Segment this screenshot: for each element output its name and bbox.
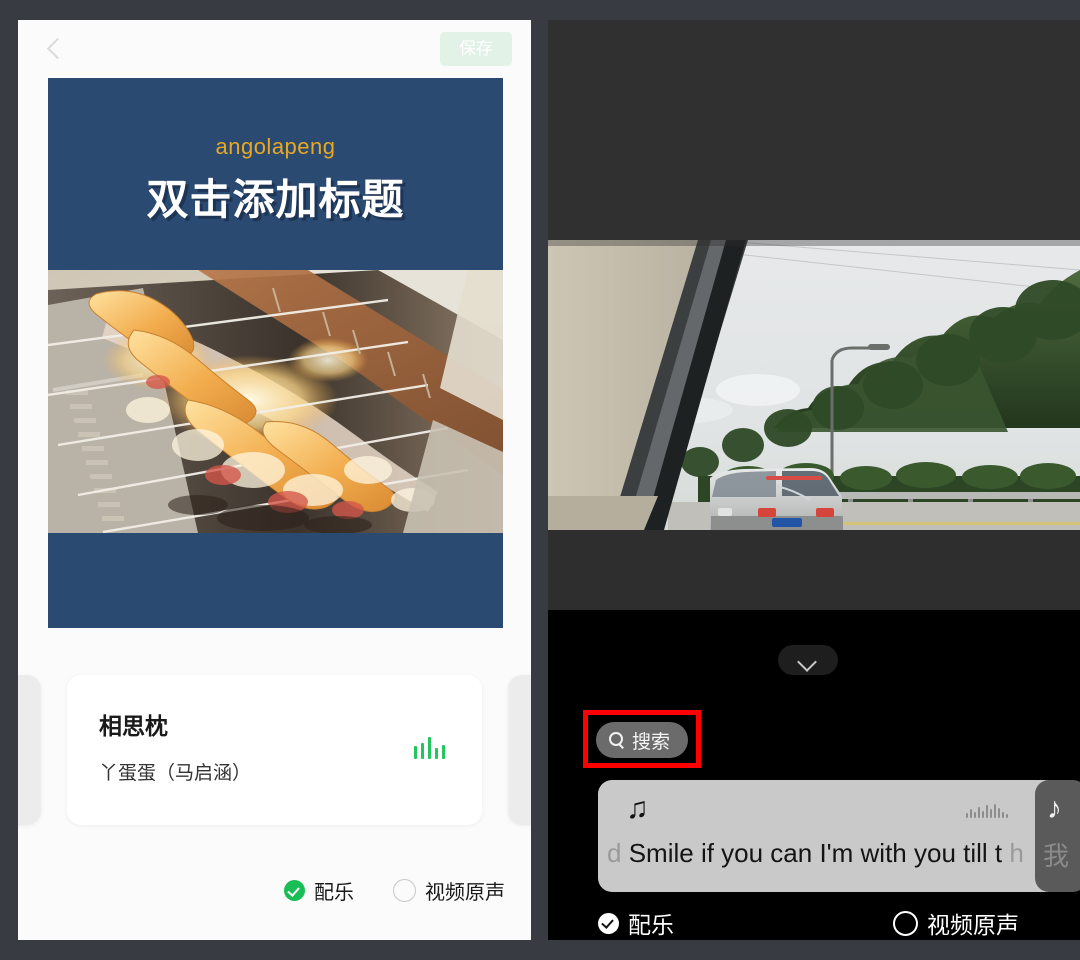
template-preview-card[interactable]: angolapeng 双击添加标题 (48, 78, 503, 628)
music-picker-sheet: 搜索 ♫ d Smile if you can I'm with you til… (548, 610, 1080, 940)
music-card-selected[interactable]: 相思枕 丫蛋蛋（马启涵） (67, 675, 482, 825)
audio-option-bgm[interactable]: 配乐 (284, 876, 354, 905)
music-card-artist: 丫蛋蛋（马启涵） (99, 763, 252, 784)
video-preview[interactable] (548, 240, 1080, 530)
right-mid-dark-area (548, 530, 1080, 610)
music-note-icon: ♪ (1047, 792, 1062, 825)
preview-title: 双击添加标题 (146, 176, 405, 223)
preview-photo (48, 270, 503, 533)
chevron-down-icon[interactable] (778, 645, 838, 675)
search-icon (609, 731, 626, 749)
audio-option-bgm-dark-label: 配乐 (628, 912, 674, 938)
lyric-main-text: Smile if you can I'm with you till t (628, 838, 1003, 868)
empty-circle-icon (893, 910, 918, 936)
music-card-previous[interactable] (18, 675, 41, 825)
empty-circle-icon (393, 879, 416, 902)
preview-subtitle: angolapeng (215, 134, 336, 159)
lyric-lead-fragment: d (607, 838, 622, 868)
light-music-carousel[interactable]: 相思枕 丫蛋蛋（马启涵） (18, 675, 531, 825)
car-window-illustration (548, 240, 1080, 530)
dark-audio-source-group: 配乐 视频原声 (548, 902, 1080, 940)
grill-photo-illustration (48, 270, 503, 533)
waveform-icon (966, 804, 1010, 818)
music-note-icon: ♫ (626, 792, 649, 825)
audio-option-bgm-label: 配乐 (314, 882, 354, 904)
music-card-song-title: 相思枕 (99, 713, 168, 739)
screen-root: 保存 angolapeng 双击添加标题 相思枕 丫蛋蛋（马启涵） 配乐 视频原… (0, 0, 1080, 960)
right-top-dark-area (548, 20, 1080, 240)
light-audio-source-group: 配乐 视频原声 (18, 868, 531, 916)
preview-header-band: angolapeng 双击添加标题 (48, 78, 503, 270)
dark-music-carousel[interactable]: ♫ d Smile if you can I'm with you till t… (548, 780, 1080, 892)
search-button[interactable]: 搜索 (596, 722, 688, 758)
audio-option-original-label: 视频原声 (425, 882, 505, 904)
lyric-tail-fragment: h (1009, 838, 1024, 868)
music-card-next[interactable] (508, 675, 531, 825)
audio-option-original[interactable]: 视频原声 (393, 876, 505, 905)
preview-footer-band (48, 533, 503, 628)
save-button[interactable]: 保存 (440, 32, 512, 66)
check-circle-icon (598, 912, 619, 934)
music-card-next-dark[interactable]: ♪ 我 (1035, 780, 1080, 892)
music-card-selected-dark[interactable]: ♫ d Smile if you can I'm with you till t… (598, 780, 1068, 892)
left-top-bar: 保存 (18, 20, 531, 78)
right-panel-dark-editor: 搜索 ♫ d Smile if you can I'm with you til… (548, 20, 1080, 940)
audio-option-original-dark[interactable]: 视频原声 (893, 906, 1019, 940)
equalizer-icon (414, 737, 448, 759)
chevron-left-icon[interactable] (40, 34, 70, 64)
music-card-next-partial-label: 我 (1043, 841, 1070, 871)
audio-option-bgm-dark[interactable]: 配乐 (598, 906, 674, 940)
check-circle-icon (284, 880, 305, 901)
left-panel-light-editor: 保存 angolapeng 双击添加标题 相思枕 丫蛋蛋（马启涵） 配乐 视频原… (18, 20, 531, 940)
search-button-label: 搜索 (632, 731, 671, 753)
audio-option-original-dark-label: 视频原声 (927, 912, 1019, 938)
lyric-scroller: d Smile if you can I'm with you till t h (598, 838, 1068, 869)
